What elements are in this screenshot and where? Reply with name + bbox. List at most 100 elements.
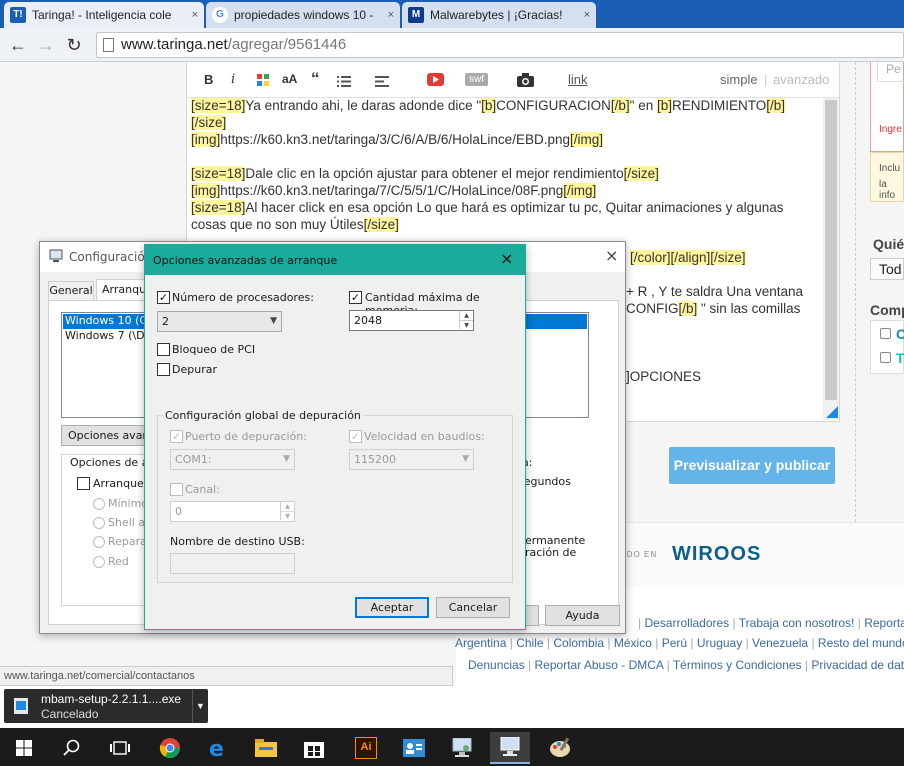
youtube-icon[interactable] [427,73,444,89]
network-radio[interactable] [93,556,105,568]
repair-radio[interactable] [93,536,105,548]
file-explorer-icon[interactable] [246,732,286,764]
chrome-icon[interactable] [150,732,190,764]
link-button[interactable]: link [568,72,588,87]
who-select[interactable]: Tod [870,258,904,280]
tab-general[interactable]: General [48,281,94,300]
max-memory-spinner[interactable]: 2048 ▲ ▼ [349,310,474,331]
italic-button[interactable]: i [231,72,235,87]
wiroos-logo[interactable]: WIROOS [672,543,761,566]
forward-arrow-icon[interactable]: → [34,33,58,57]
windows-taskbar: e Ai [0,728,904,766]
debug-checkbox[interactable] [157,363,170,376]
ok-button[interactable]: Aceptar [355,597,429,618]
edge-icon[interactable]: e [198,732,238,764]
mode-advanced-button[interactable]: avanzado [773,72,829,87]
font-size-button[interactable]: aA [282,72,297,86]
bbcode-tag: [b] [656,98,672,113]
num-processors-checkbox[interactable]: ✓ [157,291,170,304]
footer-link[interactable]: México [614,636,652,650]
bbcode-tag: [img] [191,183,221,198]
align-icon[interactable] [375,75,389,90]
footer-link[interactable]: Trabaja con nosotros! [739,616,855,630]
preview-publish-button[interactable]: Previsualizar y publicar [669,447,835,484]
baud-rate-select[interactable]: 115200 ▼ [349,449,474,470]
swf-button[interactable]: swf [465,73,488,86]
chevron-down-icon[interactable]: ▼ [192,689,208,723]
camera-icon[interactable] [517,73,534,90]
safe-boot-checkbox[interactable] [77,477,90,490]
close-icon[interactable]: × [500,249,513,268]
help-button[interactable]: Ayuda [545,605,620,626]
pci-lock-checkbox[interactable] [157,343,170,356]
footer-link[interactable]: Denuncias [468,658,525,672]
comp-options: C T [870,320,904,374]
footer-link[interactable]: Desarrolladores [644,616,729,630]
windows-start-icon[interactable] [4,732,44,764]
reload-icon[interactable]: ↻ [62,33,86,57]
option-checkbox[interactable] [880,328,891,339]
address-bar[interactable]: www.taringa.net/agregar/9561446 [96,32,904,58]
alt-shell-radio[interactable] [93,517,105,529]
download-item[interactable]: mbam-setup-2.2.1.1....exe Cancelado ▼ [4,689,208,723]
illustrator-label: Ai [355,737,377,759]
baud-rate-checkbox[interactable]: ✓ [349,430,362,443]
quote-button[interactable]: “ [311,69,320,89]
editor-scroll-thumb[interactable] [825,100,837,400]
option-checkbox[interactable] [880,352,891,363]
num-processors-select[interactable]: 2 ▼ [157,311,282,332]
footer-link[interactable]: Resto del mundo [818,636,904,650]
cancel-button[interactable]: Cancelar [436,597,510,618]
close-tab-icon[interactable]: × [186,9,198,21]
tab-malwarebytes[interactable]: M Malwarebytes | ¡Gracias! × [402,2,596,28]
footer-link[interactable]: Argentina [455,636,506,650]
spin-down-icon[interactable]: ▼ [280,511,294,520]
footer-link[interactable]: Colombia [553,636,604,650]
title-input[interactable]: Pe [877,62,904,82]
paint-icon[interactable] [540,732,580,764]
color-grid-icon[interactable] [257,74,269,86]
minimal-radio[interactable] [93,498,105,510]
close-icon[interactable]: × [605,246,618,265]
max-memory-checkbox[interactable]: ✓ [349,291,362,304]
channel-spinner[interactable]: 0 ▲ ▼ [170,501,295,522]
mode-simple-button[interactable]: simple [720,72,758,87]
bbcode-tag: [img] [191,132,221,147]
search-icon[interactable] [52,732,92,764]
editor-textarea[interactable]: [size=18]Ya entrando ahi, le daras adond… [191,97,821,233]
back-arrow-icon[interactable]: ← [6,33,30,57]
system-config-icon[interactable] [442,732,482,764]
footer-link[interactable]: Términos y Condiciones [673,658,802,672]
url-host: www.taringa.net [121,36,228,53]
spin-up-icon[interactable]: ▲ [459,311,473,320]
bold-button[interactable]: B [204,72,213,87]
close-tab-icon[interactable]: × [382,9,394,21]
debug-port-select[interactable]: COM1: ▼ [170,449,295,470]
tab-boot[interactable]: Arranque [96,279,148,301]
footer-link[interactable]: Reportar Abuso - DMCA [535,658,664,672]
footer-link[interactable]: Reportar bu [864,616,904,630]
msconfig-icon[interactable] [490,732,530,764]
spin-down-icon[interactable]: ▼ [459,320,473,329]
contacts-icon[interactable] [394,732,434,764]
footer-link[interactable]: Venezuela [752,636,808,650]
store-icon[interactable] [294,732,334,764]
footer-link[interactable]: Uruguay [697,636,742,650]
pci-lock-label: Bloqueo de PCI [172,343,256,356]
list-icon[interactable] [337,75,351,90]
bbcode-tag: [/b] [610,98,630,113]
window-title: Configuración [69,250,153,264]
footer-link[interactable]: Chile [516,636,543,650]
illustrator-icon[interactable]: Ai [346,732,386,764]
footer-link[interactable]: Perú [662,636,687,650]
close-tab-icon[interactable]: × [578,9,590,21]
debug-port-checkbox[interactable]: ✓ [170,430,183,443]
usb-target-input[interactable] [170,553,295,574]
tab-taringa[interactable]: T! Taringa! - Inteligencia cole × [4,2,204,28]
channel-checkbox[interactable] [170,483,183,496]
task-view-icon[interactable] [100,732,140,764]
tab-google[interactable]: G propiedades windows 10 - × [206,2,400,28]
footer-link[interactable]: Privacidad de datos [811,658,904,672]
resize-handle-icon[interactable] [826,406,838,418]
spin-up-icon[interactable]: ▲ [280,502,294,511]
